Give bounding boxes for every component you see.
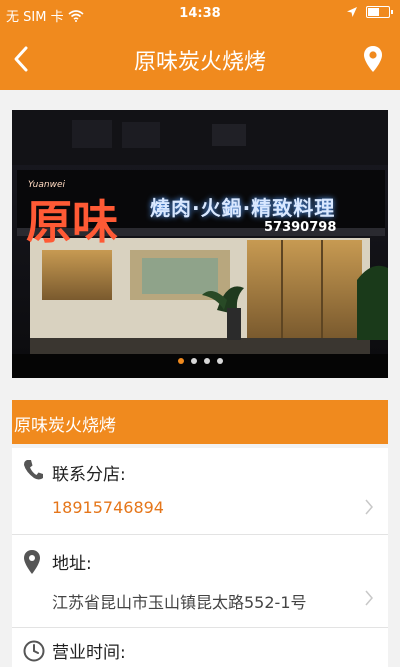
image-carousel[interactable]: Yuanwei 原味 燒肉·火鍋·精致料理 57390798 [12,110,388,378]
carousel-dot[interactable] [203,358,210,364]
sign-brand-text: 原味 [26,195,118,249]
branch-contact-row[interactable]: 联系分店: 18915746894 [12,448,388,535]
status-time: 14:38 [179,6,221,21]
shop-name: 原味炭火烧烤 [14,416,116,436]
status-right [346,6,393,18]
shop-name-bar: 原味炭火烧烤 [12,400,388,444]
sign-phone-text: 57390798 [264,220,337,235]
carousel-dot[interactable] [177,358,184,364]
carousel-dot[interactable] [216,358,223,364]
address-label: 地址: [52,554,92,574]
page-title: 原味炭火烧烤 [133,50,266,75]
chevron-right-icon [365,590,373,606]
sign-service-text: 燒肉·火鍋·精致料理 [150,196,336,220]
carousel-dot[interactable] [190,358,197,364]
chevron-right-icon [365,499,373,515]
branch-label: 联系分店: [52,465,126,485]
business-hours-row: 营业时间: [12,628,388,667]
nav-bar: 原味炭火烧烤 [0,28,400,90]
battery-fill [368,8,379,16]
carousel-indicator[interactable] [12,358,388,364]
address-text: 江苏省昆山市玉山镇昆太路552-1号 [52,593,307,612]
address-row[interactable]: 地址: 江苏省昆山市玉山镇昆太路552-1号 [12,535,388,628]
status-bar: 无 SIM 卡 14:38 [0,0,400,28]
battery-icon [366,6,393,18]
map-pin-icon [364,46,382,72]
location-arrow-icon [347,7,357,17]
clock-icon [23,640,45,662]
hours-label: 营业时间: [52,643,126,663]
map-location-button[interactable] [360,40,386,78]
phone-icon [24,460,43,480]
map-pin-icon [24,550,40,574]
branch-phone[interactable]: 18915746894 [52,498,164,517]
